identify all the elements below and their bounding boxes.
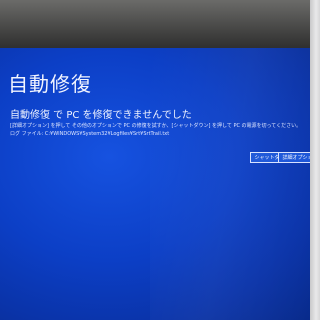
instructions-text: [詳細オプション] を押して その他のオプションで PC の修復を試すか、[シャ…	[10, 123, 302, 129]
photo-scene: 自動修復 自動修復 で PC を修復できませんでした [詳細オプション] を押し…	[0, 0, 320, 320]
monitor-bezel-right	[310, 0, 320, 320]
monitor-bezel-top	[0, 0, 320, 52]
page-title: 自動修復	[8, 72, 92, 96]
recovery-screen: 自動修復 自動修復 で PC を修復できませんでした [詳細オプション] を押し…	[0, 48, 312, 320]
screen-glare	[150, 48, 310, 320]
advanced-options-button[interactable]: 詳細オプション	[278, 152, 312, 163]
error-message: 自動修復 で PC を修復できませんでした	[10, 110, 192, 121]
log-file-path: ログ ファイル: C:¥WINDOWS¥System32¥Logfiles¥Sr…	[10, 131, 170, 137]
